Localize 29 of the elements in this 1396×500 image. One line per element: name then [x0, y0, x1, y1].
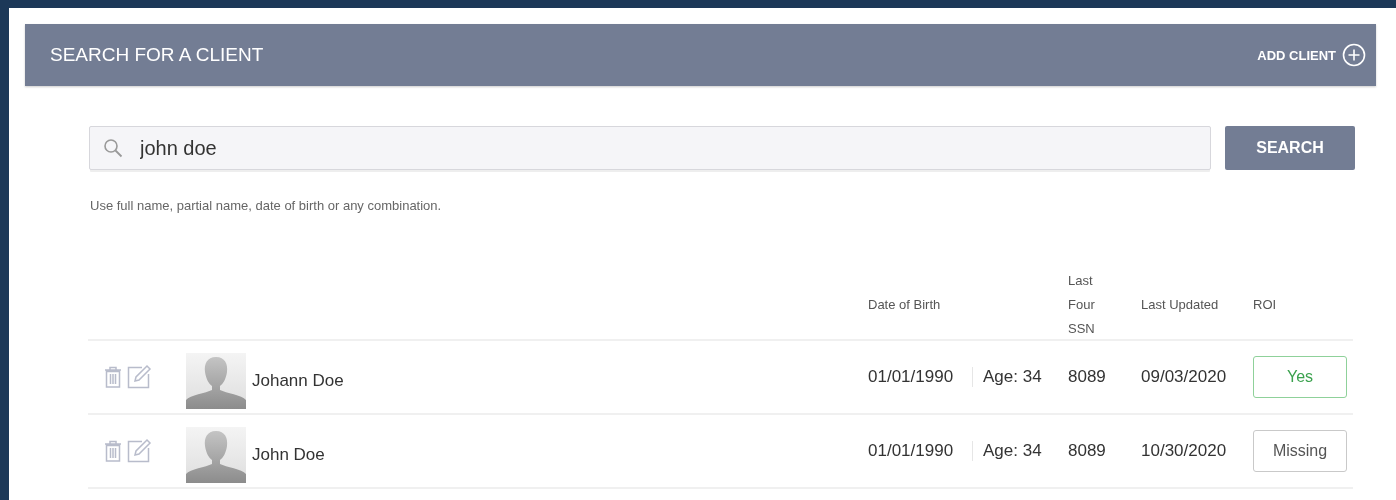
edit-icon[interactable]: [126, 438, 152, 464]
column-header: Last Updated: [1141, 296, 1220, 314]
table-cell: 01/01/1990: [868, 367, 973, 387]
column-header: Date of Birth: [868, 296, 942, 314]
trash-icon[interactable]: [102, 365, 124, 389]
table-cell-text: Age: 34: [983, 367, 1043, 387]
roi-status-button[interactable]: Missing: [1253, 430, 1347, 472]
trash-icon[interactable]: [102, 439, 124, 463]
table-cell-text: 8089: [1068, 367, 1107, 387]
page-title: SEARCH FOR A CLIENT: [50, 44, 264, 66]
table-cell-text: 09/03/2020: [1141, 367, 1228, 387]
edit-icon[interactable]: [126, 364, 152, 390]
client-name: Johann Doe: [252, 371, 344, 391]
table-cell: 01/01/1990: [868, 441, 973, 461]
avatar-icon: [186, 427, 246, 483]
client-name: John Doe: [252, 445, 325, 465]
table-cell-text: 10/30/2020: [1141, 441, 1228, 461]
search-field[interactable]: john doe: [89, 126, 1211, 170]
search-button[interactable]: SEARCH: [1225, 126, 1355, 170]
avatar-icon: [186, 353, 246, 409]
search-icon: [102, 137, 124, 159]
roi-status-button[interactable]: Yes: [1253, 356, 1347, 398]
column-header: ROI: [1253, 296, 1278, 314]
column-header: Last Four SSN: [1068, 272, 1096, 338]
add-client-button[interactable]: ADD CLIENT: [1257, 43, 1366, 67]
table-cell-text: 8089: [1068, 441, 1107, 461]
table-cell-text: Age: 34: [983, 441, 1043, 461]
search-hint: Use full name, partial name, date of birth or any combination.: [90, 198, 443, 213]
plus-circle-icon: [1342, 43, 1366, 67]
